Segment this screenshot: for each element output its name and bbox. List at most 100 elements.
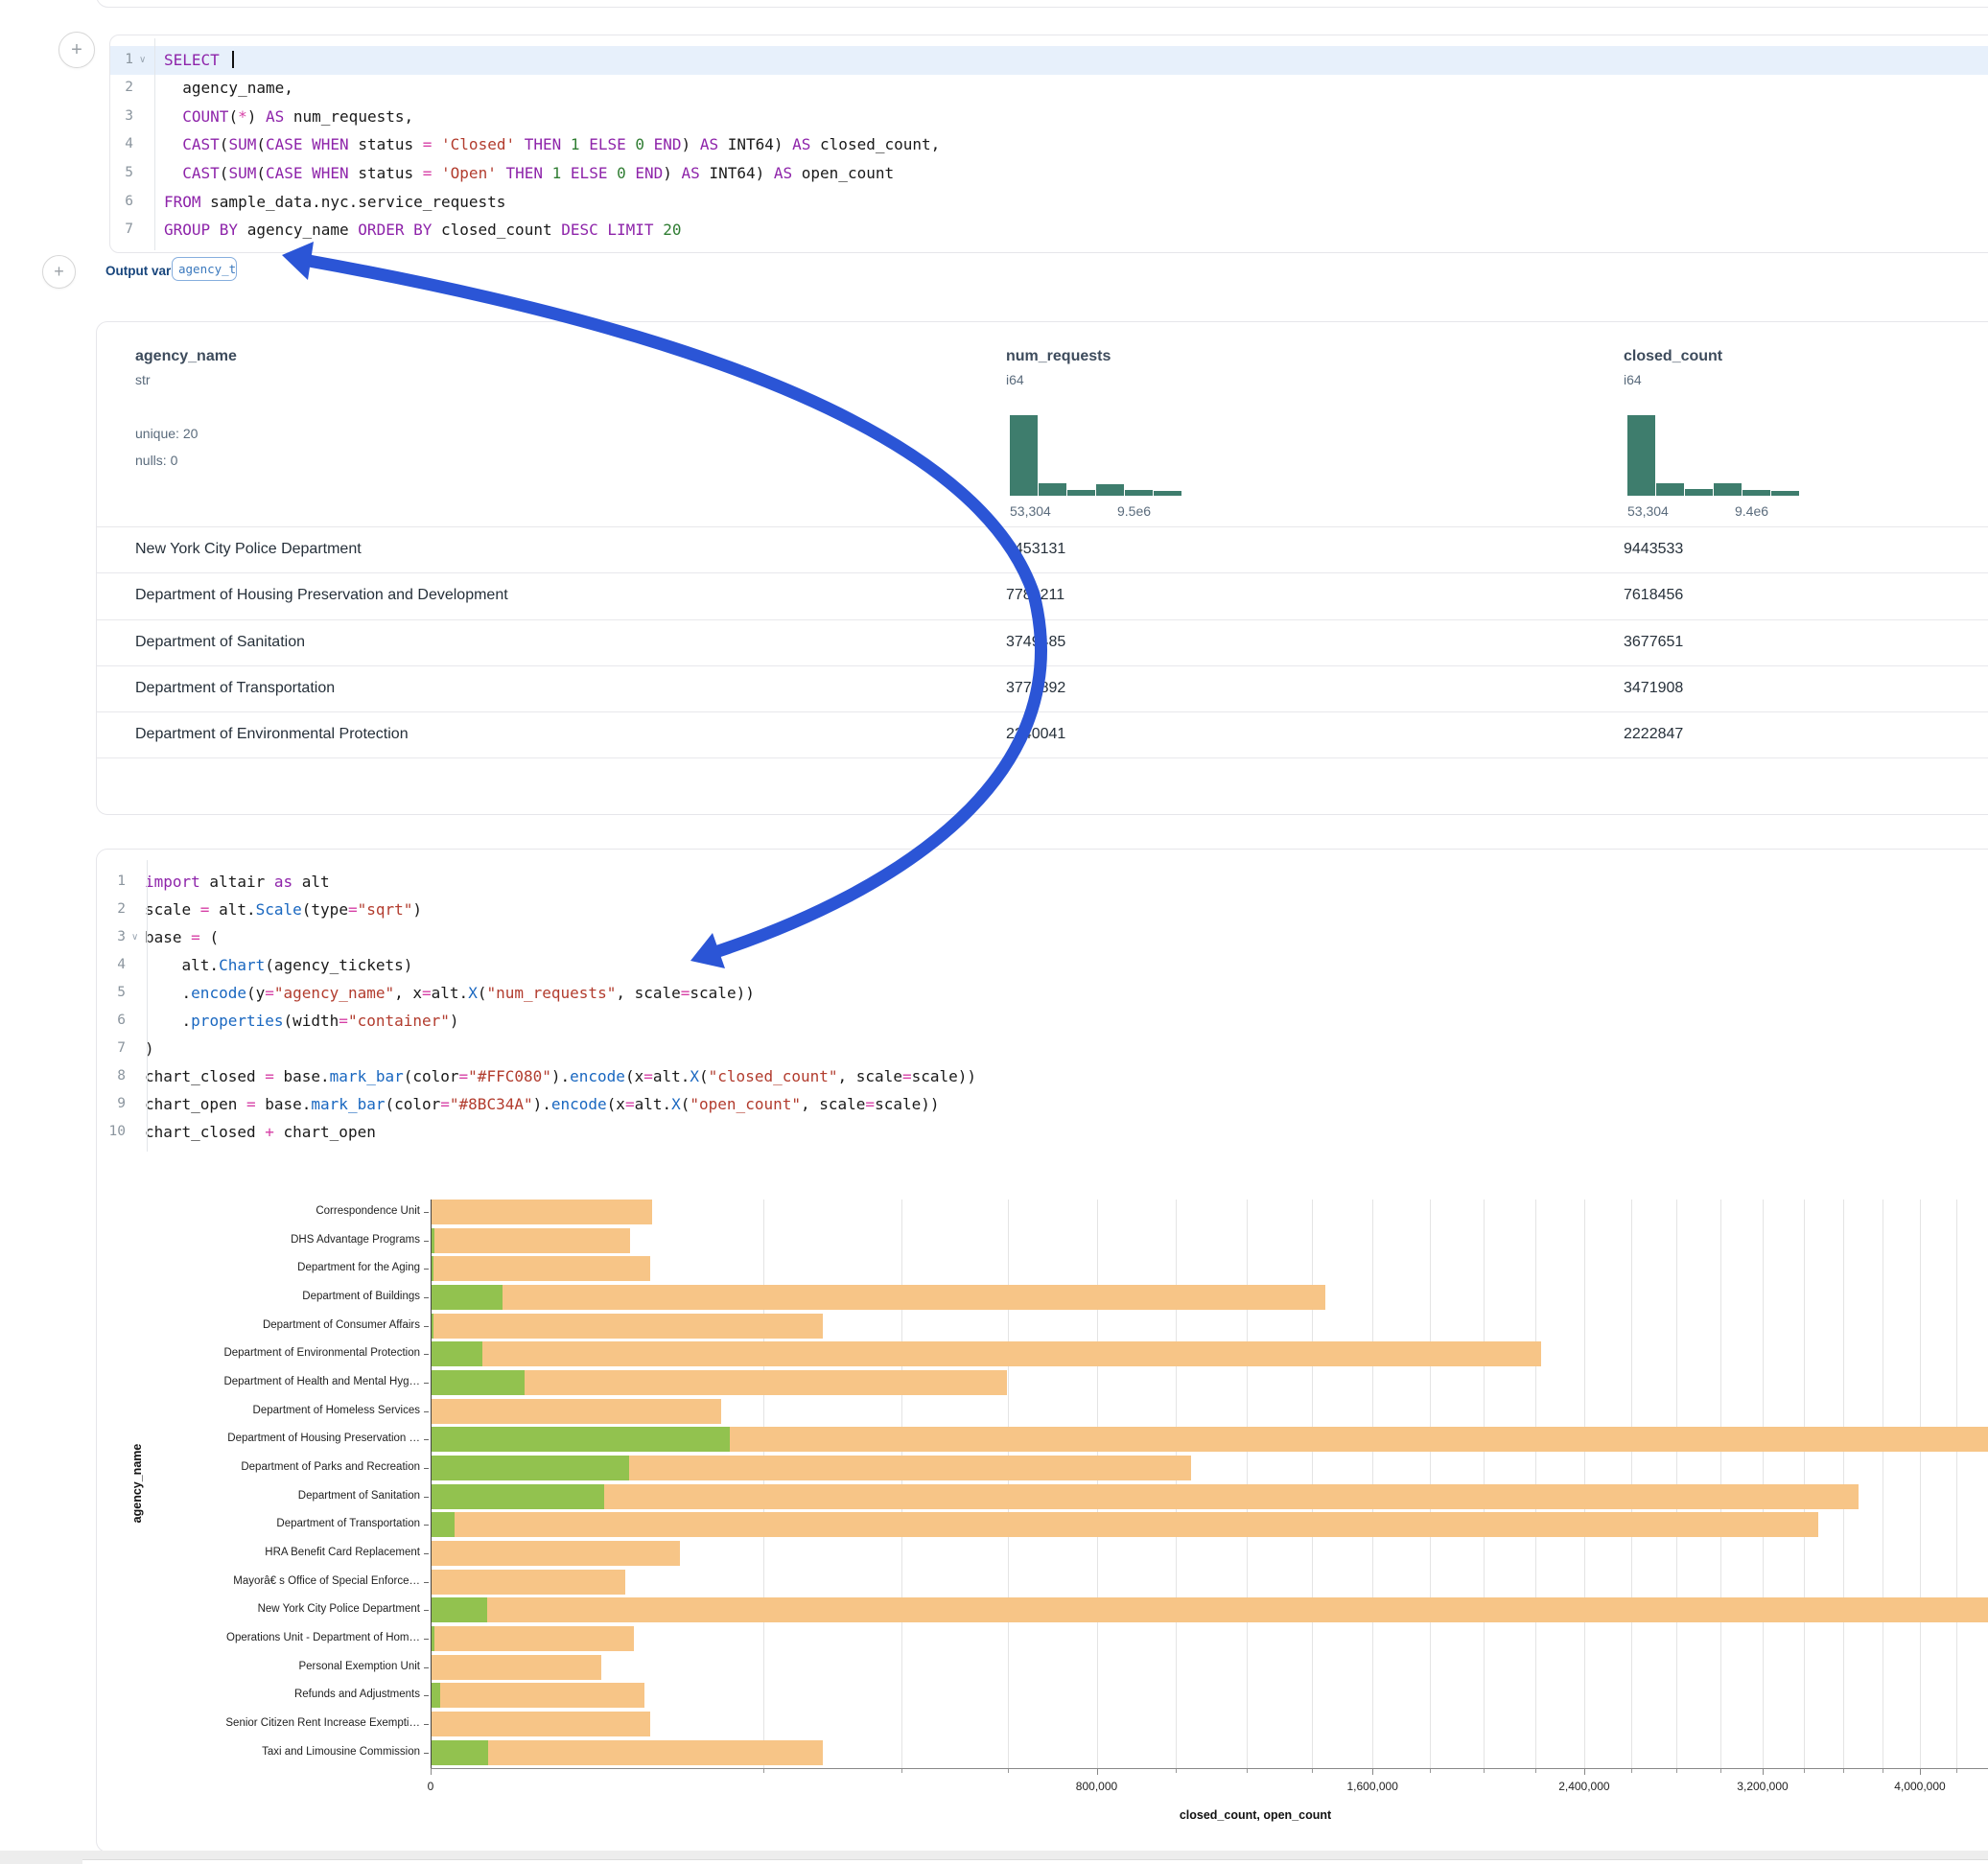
line-number: 5: [97, 985, 126, 1000]
line-number: 3: [97, 929, 126, 944]
table-cell: 9443533: [1624, 541, 1683, 558]
histogram-bar: [1627, 415, 1655, 496]
code-text: import altair as alt: [145, 873, 330, 891]
code-line[interactable]: 7): [97, 1035, 1988, 1062]
y-axis-label: Department of Transportation: [116, 1518, 420, 1529]
chevron-down-icon[interactable]: ∨: [131, 932, 138, 943]
line-number: 2: [110, 80, 133, 95]
code-line[interactable]: 6 .properties(width="container"): [97, 1007, 1988, 1035]
table-cell: Department of Environmental Protection: [135, 726, 409, 743]
histogram-bar: [1771, 491, 1799, 496]
closed-count-bar: [431, 1314, 823, 1339]
histogram-max: 9.4e6: [1735, 503, 1768, 519]
output-variable-pill[interactable]: agency_tickets: [172, 257, 237, 281]
open-count-bar: [431, 1285, 503, 1310]
y-axis-label: Correspondence Unit: [116, 1205, 420, 1217]
open-count-bar: [431, 1370, 525, 1395]
code-text: chart_closed + chart_open: [145, 1123, 376, 1141]
column-histogram: [1627, 415, 1800, 496]
column-header[interactable]: closed_count: [1624, 348, 1722, 365]
code-text: .encode(y="agency_name", x=alt.X("num_re…: [145, 984, 755, 1002]
closed-count-bar: [431, 1541, 680, 1566]
x-axis-tick-label: 4,000,000: [1894, 1780, 1945, 1793]
open-count-bar: [431, 1740, 488, 1765]
code-line[interactable]: 8chart_closed = base.mark_bar(color="#FF…: [97, 1062, 1988, 1090]
x-axis-tick-label: 1,600,000: [1346, 1780, 1397, 1793]
histogram-bar: [1010, 415, 1038, 496]
code-line[interactable]: 2scale = alt.Scale(type="sqrt"): [97, 896, 1988, 923]
x-axis-tick-label: 3,200,000: [1737, 1780, 1788, 1793]
code-line[interactable]: 1 import altair as alt: [97, 868, 1988, 896]
line-number: 6: [97, 1013, 126, 1028]
closed-count-bar: [431, 1655, 601, 1680]
y-axis-label: Department of Homeless Services: [116, 1405, 420, 1416]
closed-count-bar: [431, 1512, 1818, 1537]
code-line[interactable]: 4 CAST(SUM(CASE WHEN status = 'Closed' T…: [110, 131, 1988, 160]
table-row[interactable]: Department of Housing Preservation and D…: [97, 572, 1988, 619]
histogram-bar: [1714, 483, 1742, 496]
add-cell-button-output[interactable]: +: [42, 255, 76, 289]
table-cell: 9453131: [1006, 541, 1065, 558]
table-row[interactable]: Department of Environmental Protection 22…: [97, 711, 1988, 758]
table-cell: 2222847: [1624, 726, 1683, 743]
histogram-bar: [1067, 490, 1095, 496]
open-count-bar: [431, 1597, 487, 1622]
histogram-bar: [1685, 489, 1713, 496]
sql-cell[interactable]: 1∨SELECT 2 agency_name,3 COUNT(*) AS num…: [109, 35, 1988, 253]
y-axis-label: Department of Health and Mental Hyg…: [116, 1376, 420, 1387]
closed-count-bar: [431, 1200, 652, 1224]
chevron-down-icon[interactable]: ∨: [139, 55, 146, 65]
line-number: 3: [110, 108, 133, 124]
code-line[interactable]: 7GROUP BY agency_name ORDER BY closed_co…: [110, 216, 1988, 245]
closed-count-bar: [431, 1285, 1325, 1310]
histogram-min: 53,304: [1627, 503, 1669, 519]
y-axis-label: Department of Consumer Affairs: [116, 1319, 420, 1331]
line-number: 7: [97, 1040, 126, 1056]
y-axis-label: New York City Police Department: [116, 1603, 420, 1615]
y-axis-label: Department of Environmental Protection: [116, 1347, 420, 1359]
previous-cell-edge: [96, 0, 1988, 8]
add-cell-button-top[interactable]: +: [58, 32, 95, 68]
python-cell[interactable]: 1 import altair as alt 2scale = alt.Scale(…: [96, 849, 1988, 1852]
notebook-page: + 1∨SELECT 2 agency_name,3 COUNT(*) AS n…: [0, 0, 1988, 1864]
line-number: 7: [110, 221, 133, 237]
column-header[interactable]: num_requests: [1006, 348, 1111, 365]
histogram-bar: [1742, 490, 1770, 496]
y-axis-label: Department for the Aging: [116, 1262, 420, 1273]
code-line[interactable]: 5 .encode(y="agency_name", x=alt.X("num_…: [97, 979, 1988, 1007]
code-line[interactable]: 3 COUNT(*) AS num_requests,: [110, 103, 1988, 131]
dataframe-preview: agency_namestrunique: 20nulls: 0num_requ…: [96, 321, 1988, 815]
plus-icon: +: [54, 262, 64, 282]
y-axis-label: Department of Housing Preservation …: [116, 1433, 420, 1444]
table-row[interactable]: Department of Transportation377489234719…: [97, 665, 1988, 712]
code-text: COUNT(*) AS num_requests,: [164, 107, 413, 126]
code-line[interactable]: 1∨SELECT: [110, 46, 1988, 75]
code-line[interactable]: 2 agency_name,: [110, 75, 1988, 104]
y-axis-label: Taxi and Limousine Commission: [116, 1746, 420, 1758]
table-cell: 2240041: [1006, 726, 1065, 743]
y-axis-label: Department of Parks and Recreation: [116, 1461, 420, 1473]
table-row[interactable]: Department of Sanitation37494853677651: [97, 619, 1988, 666]
table-cell: 7782211: [1006, 587, 1064, 604]
code-line[interactable]: 10chart_closed + chart_open: [97, 1118, 1988, 1146]
open-count-bar: [431, 1427, 730, 1452]
column-type: i64: [1006, 372, 1024, 387]
histogram-min: 53,304: [1010, 503, 1051, 519]
code-line[interactable]: 4 alt.Chart(agency_tickets): [97, 951, 1988, 979]
code-line[interactable]: 5 CAST(SUM(CASE WHEN status = 'Open' THE…: [110, 159, 1988, 188]
closed-count-bar: [431, 1712, 650, 1736]
line-number: 1: [97, 874, 126, 889]
line-number: 4: [110, 136, 133, 151]
column-header[interactable]: agency_name: [135, 348, 237, 365]
line-number: 5: [110, 165, 133, 180]
code-line[interactable]: 6FROM sample_data.nyc.service_requests: [110, 188, 1988, 217]
x-axis-title: closed_count, open_count: [776, 1808, 1735, 1822]
code-line[interactable]: 9chart_open = base.mark_bar(color="#8BC3…: [97, 1090, 1988, 1118]
gutter-divider: [154, 38, 155, 250]
column-stat: nulls: 0: [135, 453, 177, 468]
table-cell: 3749485: [1006, 634, 1065, 651]
gridline: [1956, 1200, 1957, 1768]
line-number: 8: [97, 1068, 126, 1083]
table-row[interactable]: New York City Police Department945313194…: [97, 526, 1988, 573]
code-line[interactable]: 3∨base = (: [97, 923, 1988, 951]
